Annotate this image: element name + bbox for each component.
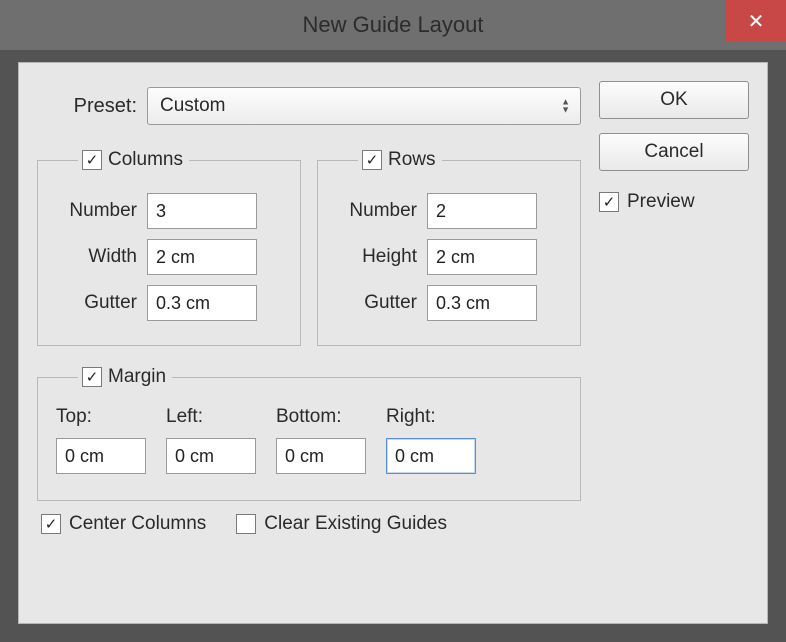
rows-gutter-row: Gutter xyxy=(332,285,566,321)
margin-checkbox[interactable]: ✓ xyxy=(82,367,102,387)
dialog-body: Preset: Custom ▲▼ ✓ Columns Number xyxy=(18,62,768,624)
preset-value: Custom xyxy=(160,95,225,117)
dialog-title: New Guide Layout xyxy=(303,12,484,38)
right-column: OK Cancel ✓ Preview xyxy=(599,81,749,213)
dialog-window: New Guide Layout ✕ Preset: Custom ▲▼ ✓ xyxy=(0,0,786,642)
check-icon: ✓ xyxy=(45,515,58,533)
titlebar: New Guide Layout ✕ xyxy=(0,0,786,50)
margin-group: ✓ Margin Top: Left: Bottom: xyxy=(37,366,581,501)
rows-number-input[interactable] xyxy=(427,193,537,229)
margin-fields: Top: Left: Bottom: Right: xyxy=(52,400,566,486)
margin-left-input[interactable] xyxy=(166,438,256,474)
rows-gutter-label: Gutter xyxy=(332,292,427,314)
columns-number-label: Number xyxy=(52,200,147,222)
check-icon: ✓ xyxy=(86,151,99,169)
margin-title: Margin xyxy=(108,366,166,388)
clear-guides-label: Clear Existing Guides xyxy=(264,513,447,535)
center-columns-checkbox[interactable]: ✓ xyxy=(41,514,61,534)
preset-select[interactable]: Custom ▲▼ xyxy=(147,87,581,125)
margin-bottom-input[interactable] xyxy=(276,438,366,474)
ok-button[interactable]: OK xyxy=(599,81,749,119)
margin-top-label: Top: xyxy=(56,406,146,428)
margin-bottom-label: Bottom: xyxy=(276,406,366,428)
margin-right-label: Right: xyxy=(386,406,476,428)
columns-title: Columns xyxy=(108,149,183,171)
rows-group: ✓ Rows Number Height Gutter xyxy=(317,149,581,346)
columns-legend: ✓ Columns xyxy=(78,149,189,171)
margin-top-col: Top: xyxy=(56,406,146,474)
rows-title: Rows xyxy=(388,149,436,171)
rows-checkbox[interactable]: ✓ xyxy=(362,150,382,170)
cancel-label: Cancel xyxy=(644,141,703,163)
margin-right-col: Right: xyxy=(386,406,476,474)
center-columns-option[interactable]: ✓ Center Columns xyxy=(41,513,206,535)
columns-group: ✓ Columns Number Width Gutter xyxy=(37,149,301,346)
preset-row: Preset: Custom ▲▼ xyxy=(37,87,581,125)
preview-option[interactable]: ✓ Preview xyxy=(599,191,749,213)
left-column: Preset: Custom ▲▼ ✓ Columns Number xyxy=(37,81,581,535)
columns-width-label: Width xyxy=(52,246,147,268)
columns-rows-row: ✓ Columns Number Width Gutter xyxy=(37,149,581,346)
updown-icon: ▲▼ xyxy=(561,99,570,114)
margin-top-input[interactable] xyxy=(56,438,146,474)
main-row: Preset: Custom ▲▼ ✓ Columns Number xyxy=(37,81,749,535)
preview-checkbox[interactable]: ✓ xyxy=(599,192,619,212)
columns-gutter-row: Gutter xyxy=(52,285,286,321)
margin-bottom-col: Bottom: xyxy=(276,406,366,474)
rows-number-label: Number xyxy=(332,200,427,222)
rows-height-label: Height xyxy=(332,246,427,268)
close-button[interactable]: ✕ xyxy=(726,0,786,42)
close-icon: ✕ xyxy=(748,9,765,34)
rows-legend: ✓ Rows xyxy=(358,149,442,171)
columns-checkbox[interactable]: ✓ xyxy=(82,150,102,170)
columns-width-input[interactable] xyxy=(147,239,257,275)
margin-left-label: Left: xyxy=(166,406,256,428)
columns-number-row: Number xyxy=(52,193,286,229)
columns-number-input[interactable] xyxy=(147,193,257,229)
columns-width-row: Width xyxy=(52,239,286,275)
check-icon: ✓ xyxy=(86,368,99,386)
rows-gutter-input[interactable] xyxy=(427,285,537,321)
margin-right-input[interactable] xyxy=(386,438,476,474)
center-columns-label: Center Columns xyxy=(69,513,206,535)
clear-guides-checkbox[interactable] xyxy=(236,514,256,534)
rows-height-input[interactable] xyxy=(427,239,537,275)
cancel-button[interactable]: Cancel xyxy=(599,133,749,171)
check-icon: ✓ xyxy=(366,151,379,169)
margin-legend: ✓ Margin xyxy=(78,366,172,388)
columns-gutter-input[interactable] xyxy=(147,285,257,321)
preset-label: Preset: xyxy=(37,95,147,118)
columns-gutter-label: Gutter xyxy=(52,292,147,314)
ok-label: OK xyxy=(660,89,687,111)
clear-guides-option[interactable]: Clear Existing Guides xyxy=(236,513,447,535)
bottom-options-row: ✓ Center Columns Clear Existing Guides xyxy=(37,513,581,535)
margin-left-col: Left: xyxy=(166,406,256,474)
rows-number-row: Number xyxy=(332,193,566,229)
check-icon: ✓ xyxy=(603,193,616,211)
rows-height-row: Height xyxy=(332,239,566,275)
preview-label: Preview xyxy=(627,191,695,213)
